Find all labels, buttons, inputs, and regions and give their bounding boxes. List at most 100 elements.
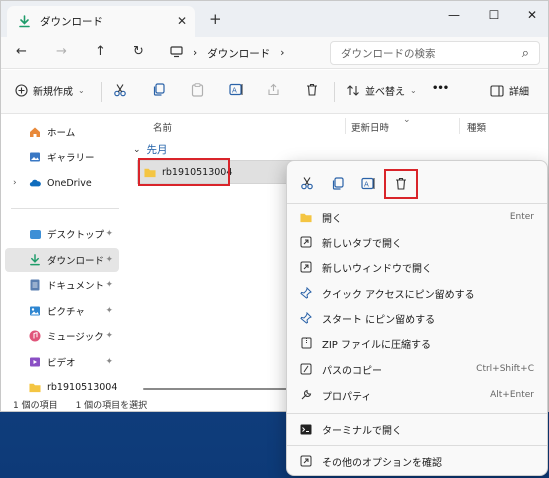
breadcrumb[interactable]: › ダウンロード › bbox=[162, 41, 323, 65]
new-button[interactable]: 新規作成 ⌄ bbox=[15, 83, 85, 98]
delete-button[interactable] bbox=[306, 83, 318, 96]
menu-item-shortcut: Ctrl+Shift+C bbox=[476, 364, 534, 374]
menu-item-pin-quick-access[interactable]: クイック アクセスにピン留めする bbox=[292, 281, 542, 305]
rename-button[interactable]: A bbox=[229, 83, 244, 96]
tab-close-icon[interactable]: ✕ bbox=[177, 14, 187, 28]
menu-item-label: 開く bbox=[322, 213, 342, 225]
nav-item-pictures[interactable]: ピクチャ ✦ bbox=[5, 299, 119, 323]
context-copy-button[interactable] bbox=[325, 173, 349, 193]
refresh-button[interactable]: ↻ bbox=[133, 44, 144, 59]
menu-item-copy-path[interactable]: パスのコピー Ctrl+Shift+C bbox=[292, 357, 542, 381]
menu-item-compress-zip[interactable]: ZIP ファイルに圧縮する bbox=[292, 331, 542, 355]
expand-chevron-icon[interactable]: › bbox=[13, 178, 17, 188]
menu-item-label: ターミナルで開く bbox=[322, 425, 402, 437]
up-button[interactable]: ↑ bbox=[95, 44, 106, 59]
back-button[interactable]: ← bbox=[16, 44, 27, 59]
maximize-button[interactable]: ☐ bbox=[476, 5, 512, 25]
file-row[interactable]: rb1910513004 bbox=[137, 160, 297, 184]
navigation-pane: ホーム ギャラリー › OneDrive デスクトップ ✦ ダウンロード ✦ ド… bbox=[1, 114, 125, 396]
breadcrumb-separator: › bbox=[193, 47, 198, 59]
nav-item-home[interactable]: ホーム bbox=[5, 120, 119, 144]
documents-icon bbox=[29, 279, 41, 291]
context-cut-button[interactable] bbox=[295, 173, 319, 193]
minimize-button[interactable]: — bbox=[436, 5, 472, 25]
svg-text:A: A bbox=[364, 180, 369, 188]
folder-icon bbox=[29, 381, 41, 393]
menu-item-more-options[interactable]: その他のオプションを確認 bbox=[292, 449, 542, 473]
pin-start-icon bbox=[300, 312, 312, 324]
onedrive-icon bbox=[29, 177, 41, 189]
context-delete-button[interactable] bbox=[389, 173, 413, 193]
sort-button[interactable]: 並べ替え ⌄ bbox=[346, 83, 417, 98]
nav-item-label: ビデオ bbox=[47, 358, 76, 369]
zip-icon bbox=[300, 337, 312, 349]
pin-icon bbox=[300, 287, 312, 299]
breadcrumb-separator-end: › bbox=[280, 47, 285, 59]
nav-item-desktop[interactable]: デスクトップ ✦ bbox=[5, 222, 119, 246]
nav-item-onedrive[interactable]: › OneDrive bbox=[5, 171, 119, 195]
menu-item-label: プロパティ bbox=[322, 391, 372, 403]
new-tab-button[interactable]: + bbox=[209, 10, 222, 28]
horizontal-scrollbar[interactable] bbox=[143, 388, 293, 390]
share-icon bbox=[268, 83, 279, 96]
context-quick-actions: A bbox=[287, 167, 547, 199]
share-button[interactable] bbox=[267, 83, 280, 96]
nav-item-gallery[interactable]: ギャラリー bbox=[5, 145, 119, 169]
menu-item-pin-start[interactable]: スタート にピン留めする bbox=[292, 306, 542, 330]
videos-icon bbox=[29, 356, 41, 368]
cut-button[interactable] bbox=[113, 83, 127, 97]
copy-button[interactable] bbox=[152, 83, 165, 96]
menu-item-open-new-window[interactable]: 新しいウィンドウで開く bbox=[292, 255, 542, 279]
pin-icon: ✦ bbox=[105, 255, 113, 265]
breadcrumb-location[interactable]: ダウンロード bbox=[207, 46, 270, 61]
desktop-icon bbox=[29, 228, 41, 240]
forward-button[interactable]: → bbox=[56, 44, 67, 59]
cut-icon bbox=[114, 84, 126, 97]
nav-item-downloads[interactable]: ダウンロード ✦ bbox=[5, 248, 119, 272]
column-header-date[interactable]: 更新日時 bbox=[351, 120, 389, 134]
pictures-icon bbox=[29, 305, 41, 317]
search-input[interactable]: ダウンロードの検索 bbox=[341, 46, 522, 61]
column-header-name[interactable]: 名前 bbox=[153, 120, 172, 134]
group-header[interactable]: ⌄ 先月 bbox=[133, 142, 168, 157]
menu-item-label: 新しいタブで開く bbox=[322, 238, 402, 250]
music-icon bbox=[29, 330, 41, 342]
nav-item-label: ピクチャ bbox=[47, 307, 85, 318]
sort-label: 並べ替え bbox=[365, 87, 405, 98]
pin-icon: ✦ bbox=[105, 306, 113, 316]
properties-icon bbox=[300, 389, 312, 401]
context-menu: A 開く Enter 新しいタブで開く 新しいウィンドウで開く クイック アクセ… bbox=[286, 160, 548, 476]
menu-item-properties[interactable]: プロパティ Alt+Enter bbox=[292, 383, 542, 407]
gallery-icon bbox=[29, 151, 41, 163]
details-label: 詳細 bbox=[509, 87, 529, 98]
nav-item-label: rb1910513004 bbox=[47, 381, 118, 393]
download-icon bbox=[29, 254, 41, 266]
context-rename-button[interactable]: A bbox=[356, 173, 380, 193]
more-icon: ••• bbox=[432, 83, 449, 94]
terminal-icon bbox=[300, 423, 312, 435]
close-button[interactable]: ✕ bbox=[514, 5, 548, 25]
menu-item-open-terminal[interactable]: ターミナルで開く bbox=[292, 417, 542, 441]
menu-item-open-new-tab[interactable]: 新しいタブで開く bbox=[292, 230, 542, 254]
nav-item-videos[interactable]: ビデオ ✦ bbox=[5, 350, 119, 374]
column-header-type[interactable]: 種類 bbox=[467, 120, 486, 134]
sort-icon bbox=[347, 85, 359, 96]
tab-downloads[interactable]: ダウンロード ✕ bbox=[7, 6, 195, 37]
chevron-down-icon: ⌄ bbox=[133, 144, 141, 155]
new-tab-icon bbox=[300, 236, 312, 248]
paste-button[interactable] bbox=[191, 83, 204, 97]
chevron-down-icon: ⌄ bbox=[78, 86, 85, 95]
menu-item-label: パスのコピー bbox=[322, 365, 382, 377]
computer-icon bbox=[170, 45, 183, 61]
menu-item-open[interactable]: 開く Enter bbox=[292, 205, 542, 229]
nav-item-documents[interactable]: ドキュメント ✦ bbox=[5, 273, 119, 297]
nav-item-label: デスクトップ bbox=[47, 230, 105, 241]
search-box[interactable]: ダウンロードの検索 ⌕ bbox=[330, 41, 540, 65]
paste-icon bbox=[191, 83, 204, 97]
more-button[interactable]: ••• bbox=[432, 83, 449, 94]
command-bar: 新規作成 ⌄ A 並べ替え ⌄ ••• 詳細 bbox=[1, 70, 548, 114]
nav-item-label: OneDrive bbox=[47, 177, 92, 189]
details-button[interactable]: 詳細 bbox=[490, 83, 529, 98]
nav-item-music[interactable]: ミュージック ✦ bbox=[5, 324, 119, 348]
nav-item-label: ドキュメント bbox=[47, 281, 105, 292]
